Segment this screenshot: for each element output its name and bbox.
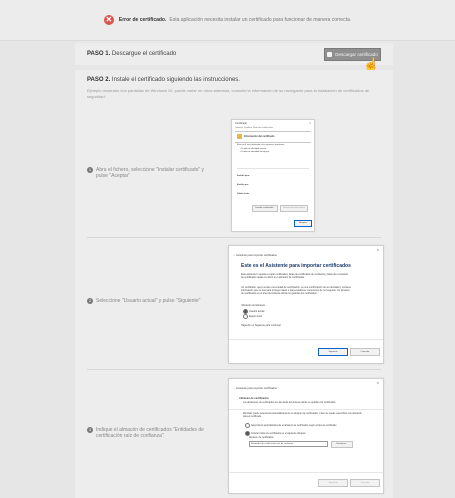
next-button: Siguiente (318, 348, 348, 356)
step1-card: PASO 1. Descargue el certificado Descarg… (75, 43, 393, 72)
ok-button: Aceptar (294, 220, 312, 227)
import-wizard-window: × ← Asistente para importar certificados… (228, 245, 384, 364)
browse-button: Examinar... (331, 441, 353, 448)
step-number: 2 (87, 298, 93, 304)
radio-manual-store: Colocar todos los certificados en el sig… (245, 431, 365, 436)
instruction-2: 2 Seleccione "Usuario actual" y pulse "S… (87, 298, 201, 304)
issuer-statement-button: Declaración del emisor (280, 205, 308, 212)
error-title: Error de certificado. (118, 17, 167, 23)
step1-title: PASO 1. Descargue el certificado (87, 51, 177, 57)
step-number: 3 (87, 427, 93, 433)
next-button: Siguiente (318, 479, 348, 487)
close-icon: × (309, 121, 311, 125)
radio-local-machine: Equipo local (243, 314, 262, 319)
divider (87, 369, 381, 370)
close-icon: × (376, 380, 379, 385)
store-value-field: Entidades de certificación raíz de confi… (249, 441, 328, 447)
certificate-icon (237, 134, 242, 139)
certificate-store-window: × ← Asistente para importar certificados… (228, 378, 384, 494)
instruction-1: 1 Abra el fichero, seleccione "Instalar … (87, 167, 205, 179)
step2-title: PASO 2. Instale el certificado siguiendo… (87, 77, 240, 83)
error-message: Esta aplicación necesita instalar un cer… (169, 17, 352, 23)
cancel-button: Cancelar (350, 479, 380, 487)
step-number: 1 (87, 167, 93, 173)
step2-card: PASO 2. Instale el certificado siguiendo… (75, 70, 393, 498)
close-icon: × (376, 247, 379, 252)
instruction-3: 3 Indique el almacén de certificados "En… (87, 427, 204, 439)
cancel-button: Cancelar (350, 348, 380, 356)
certificate-window: Certificado × General Detalles Ruta de c… (231, 119, 315, 232)
download-certificate-button[interactable]: Descargar certificado ☝ (324, 47, 381, 72)
step2-subtitle: Ejemplo mostrado con pantallas de Window… (87, 88, 370, 99)
error-banner: ✕ Error de certificado. Esta aplicación … (0, 0, 455, 41)
error-x-icon: ✕ (103, 15, 114, 25)
radio-auto-store: Seleccionar automáticamente el almacén d… (245, 423, 365, 428)
divider (87, 237, 381, 238)
install-certificate-button: Instalar certificado... (252, 205, 278, 212)
download-icon (327, 51, 333, 57)
